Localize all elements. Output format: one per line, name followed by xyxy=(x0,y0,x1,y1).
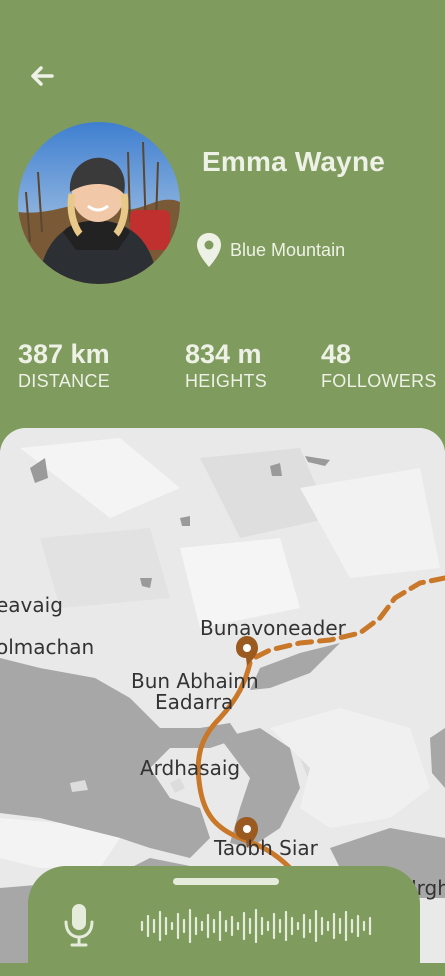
map-place-label: eavaig xyxy=(0,593,63,617)
stat-followers: 48 FOLLOWERS xyxy=(321,338,437,392)
location: Blue Mountain xyxy=(196,232,345,268)
microphone-icon xyxy=(64,904,94,947)
stat-label: DISTANCE xyxy=(18,371,111,391)
map-place-label: Bunavoneader xyxy=(200,616,346,640)
stat-distance: 387 km DISTANCE xyxy=(18,338,110,392)
sheet-drag-handle[interactable] xyxy=(173,878,279,885)
back-button[interactable] xyxy=(26,60,58,92)
map-pin-icon xyxy=(197,233,221,267)
stat-value: 834 m xyxy=(185,339,262,369)
bottom-sheet[interactable] xyxy=(28,866,420,976)
map-place-label: Ardhasaig xyxy=(140,756,241,780)
location-label: Blue Mountain xyxy=(230,239,346,260)
stat-heights: 834 m HEIGHTS xyxy=(185,338,267,392)
map-place-label: Taobh Siar xyxy=(214,836,318,860)
map-place-label: olmachan xyxy=(0,635,95,659)
profile-name: Emma Wayne xyxy=(202,146,386,177)
microphone-button[interactable] xyxy=(62,902,96,948)
stat-value: 48 xyxy=(321,339,352,369)
stat-label: FOLLOWERS xyxy=(321,371,437,391)
stat-value: 387 km xyxy=(18,339,110,369)
stat-label: HEIGHTS xyxy=(185,371,268,391)
map-place-label: Eadarra xyxy=(155,690,234,714)
arrow-left-icon xyxy=(31,66,54,86)
audio-waveform-icon xyxy=(140,908,372,944)
avatar xyxy=(18,122,180,284)
